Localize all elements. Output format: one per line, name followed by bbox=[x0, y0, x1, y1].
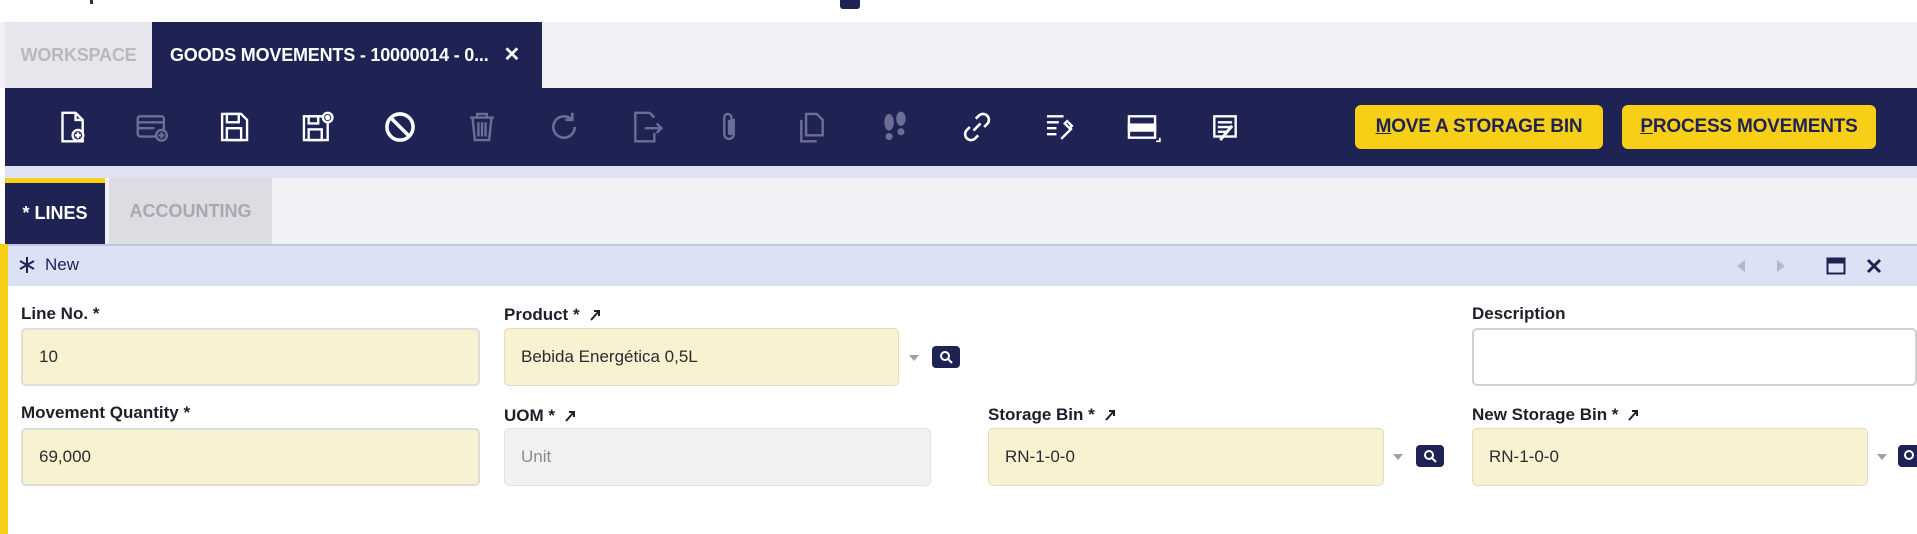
tab-workspace[interactable]: WORKSPACE bbox=[5, 22, 152, 88]
export-icon[interactable] bbox=[624, 105, 668, 149]
tab-accounting-label: ACCOUNTING bbox=[129, 200, 252, 221]
line-no-label: Line No. * bbox=[21, 304, 99, 324]
grid-form-toggle-icon[interactable] bbox=[1120, 105, 1164, 149]
save-close-icon[interactable] bbox=[295, 105, 339, 149]
active-form-indicator bbox=[0, 244, 8, 534]
tab-lines[interactable]: * LINES bbox=[5, 178, 105, 244]
delete-icon[interactable] bbox=[460, 105, 504, 149]
close-tab-icon[interactable]: ✕ bbox=[503, 42, 520, 67]
description-field[interactable] bbox=[1472, 328, 1917, 386]
product-label: Product * bbox=[504, 305, 602, 325]
move-storage-bin-label: OVE A STORAGE BIN bbox=[1391, 116, 1583, 137]
tab-goods-movements[interactable]: GOODS MOVEMENTS - 10000014 - 0... ✕ bbox=[152, 22, 542, 88]
toolbar: M OVE A STORAGE BIN P ROCESS MOVEMENTS bbox=[5, 88, 1917, 166]
link-arrow-icon[interactable] bbox=[1103, 408, 1117, 422]
line-no-field[interactable]: 10 bbox=[21, 328, 480, 386]
audit-trail-icon[interactable] bbox=[873, 105, 917, 149]
link-icon[interactable] bbox=[955, 105, 999, 149]
uom-label-text: UOM * bbox=[504, 406, 555, 425]
tab-workspace-label: WORKSPACE bbox=[20, 44, 137, 65]
new-storage-bin-label-text: New Storage Bin * bbox=[1472, 405, 1619, 424]
partial-mark bbox=[90, 0, 93, 4]
tab-goods-movements-label: GOODS MOVEMENTS - 10000014 - 0... bbox=[170, 44, 489, 65]
process-movements-label: ROCESS MOVEMENTS bbox=[1652, 116, 1858, 137]
move-storage-bin-accel: M bbox=[1375, 116, 1392, 137]
line-no-label-text: Line No. * bbox=[21, 304, 100, 323]
previous-record-icon[interactable] bbox=[1730, 256, 1752, 276]
movement-quantity-field[interactable]: 69,000 bbox=[21, 428, 480, 486]
uom-field: Unit bbox=[504, 428, 931, 486]
storage-bin-dropdown-icon[interactable] bbox=[1390, 451, 1406, 463]
description-label: Description bbox=[1472, 304, 1566, 324]
window-tabbar: WORKSPACE GOODS MOVEMENTS - 10000014 - 0… bbox=[0, 22, 1917, 88]
storage-bin-label: Storage Bin * bbox=[988, 405, 1117, 425]
new-storage-bin-value: RN-1-0-0 bbox=[1489, 447, 1559, 466]
uom-value: Unit bbox=[521, 447, 552, 466]
new-document-icon[interactable] bbox=[50, 105, 94, 149]
uom-label: UOM * bbox=[504, 406, 577, 426]
link-arrow-icon[interactable] bbox=[588, 308, 602, 322]
record-status: New bbox=[17, 255, 79, 275]
save-icon[interactable] bbox=[212, 105, 256, 149]
product-field[interactable]: Bebida Energética 0,5L bbox=[504, 328, 899, 386]
process-movements-accel: P bbox=[1640, 116, 1653, 137]
storage-bin-search-icon[interactable] bbox=[1416, 445, 1444, 467]
tab-lines-label: * LINES bbox=[22, 203, 88, 223]
top-strip bbox=[0, 0, 1917, 22]
next-record-icon[interactable] bbox=[1770, 256, 1792, 276]
maximize-icon[interactable] bbox=[1825, 256, 1847, 276]
record-status-label: New bbox=[45, 255, 80, 274]
subtab-bar: * LINES ACCOUNTING bbox=[5, 178, 1917, 244]
new-storage-bin-search-icon[interactable] bbox=[1898, 445, 1917, 467]
description-label-text: Description bbox=[1472, 304, 1566, 323]
product-value: Bebida Energética 0,5L bbox=[521, 347, 698, 366]
form-status-bar: New bbox=[5, 244, 1917, 286]
process-movements-button[interactable]: P ROCESS MOVEMENTS bbox=[1622, 105, 1876, 149]
storage-bin-field[interactable]: RN-1-0-0 bbox=[988, 428, 1384, 486]
attachment-icon[interactable] bbox=[707, 105, 751, 149]
undo-icon[interactable] bbox=[378, 105, 422, 149]
toolbar-divider bbox=[5, 166, 1917, 178]
storage-bin-value: RN-1-0-0 bbox=[1005, 447, 1075, 466]
movement-quantity-label-text: Movement Quantity * bbox=[21, 403, 191, 422]
link-arrow-icon[interactable] bbox=[1626, 408, 1640, 422]
new-row-icon[interactable] bbox=[130, 105, 174, 149]
product-dropdown-icon[interactable] bbox=[906, 352, 922, 364]
new-record-icon bbox=[19, 257, 35, 273]
product-label-text: Product * bbox=[504, 305, 580, 324]
close-form-icon[interactable] bbox=[1863, 256, 1885, 276]
tab-accounting[interactable]: ACCOUNTING bbox=[109, 178, 272, 244]
product-search-icon[interactable] bbox=[932, 346, 960, 368]
new-storage-bin-dropdown-icon[interactable] bbox=[1874, 451, 1890, 463]
storage-bin-label-text: Storage Bin * bbox=[988, 405, 1095, 424]
link-arrow-icon[interactable] bbox=[563, 409, 577, 423]
movement-quantity-value: 69,000 bbox=[39, 447, 91, 466]
line-no-value: 10 bbox=[39, 347, 58, 366]
notes-icon[interactable] bbox=[1203, 105, 1247, 149]
copy-icon[interactable] bbox=[790, 105, 834, 149]
movement-quantity-label: Movement Quantity * bbox=[21, 403, 190, 423]
customize-icon[interactable] bbox=[1038, 105, 1082, 149]
refresh-icon[interactable] bbox=[542, 105, 586, 149]
app-logo-icon bbox=[840, 0, 860, 9]
new-storage-bin-label: New Storage Bin * bbox=[1472, 405, 1640, 425]
move-storage-bin-button[interactable]: M OVE A STORAGE BIN bbox=[1355, 105, 1603, 149]
new-storage-bin-field[interactable]: RN-1-0-0 bbox=[1472, 428, 1868, 486]
